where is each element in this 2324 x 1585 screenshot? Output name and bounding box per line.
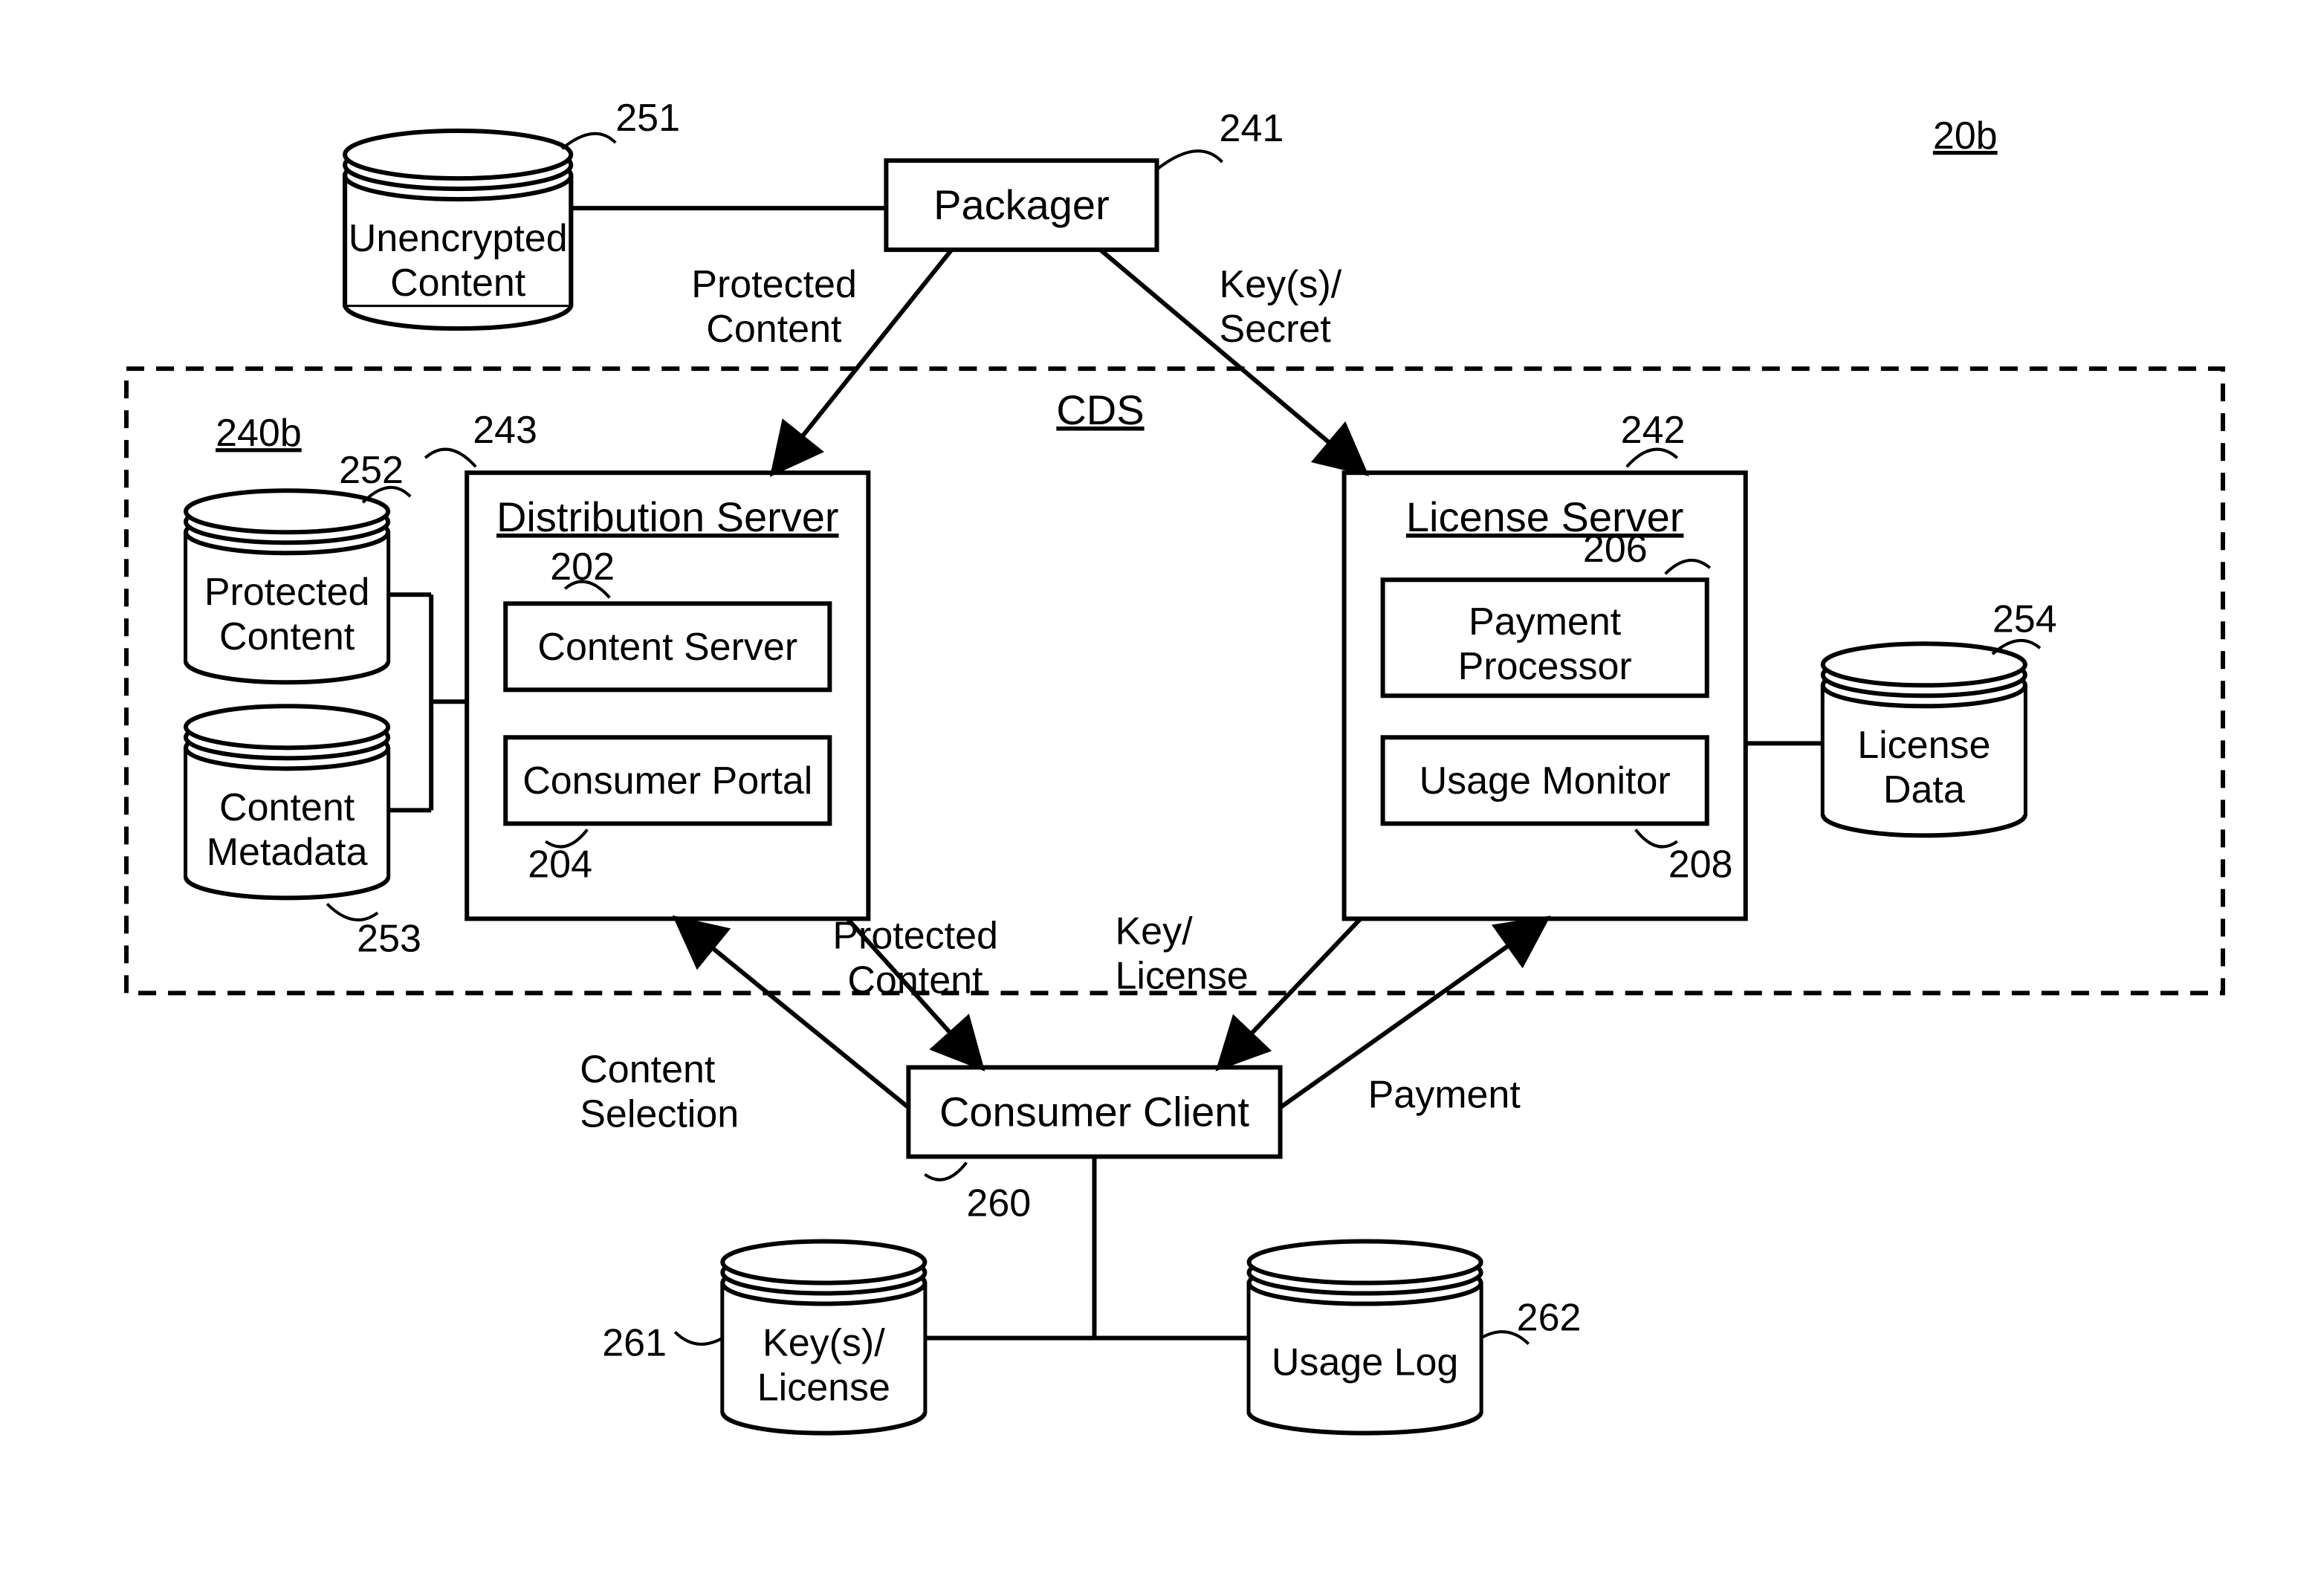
usage-monitor-label: Usage Monitor (1420, 759, 1671, 803)
protected-l1: Protected (204, 571, 370, 614)
ref-202: 202 (550, 545, 615, 589)
ref-253: 253 (357, 917, 421, 960)
content-server-label: Content Server (537, 626, 797, 669)
unencrypted-l2: Content (390, 262, 526, 305)
edge-protcont2-l2: Content (847, 959, 983, 1002)
ref-252: 252 (339, 449, 404, 492)
consumer-portal-label: Consumer Portal (522, 759, 812, 803)
unencrypted-db: Unencrypted Content (345, 131, 571, 328)
license-data-db: License Data (1823, 644, 2025, 835)
metadata-l2: Metadata (207, 831, 368, 874)
cds-ref: 240b (216, 412, 302, 455)
protected-l2: Content (219, 615, 355, 658)
key-license-db: Key(s)/ License (722, 1242, 925, 1433)
edge-contsel-l2: Selection (580, 1092, 739, 1135)
packager-box: Packager (886, 161, 1156, 250)
metadata-db: Content Metadata (186, 706, 388, 898)
ref-262: 262 (1517, 1297, 1582, 1340)
fig-ref: 20b (1933, 114, 1998, 158)
packager-label: Packager (933, 181, 1110, 228)
ref-204: 204 (528, 843, 592, 886)
leader-243 (425, 450, 476, 467)
consumer-client: Consumer Client (908, 1067, 1280, 1156)
ref-251: 251 (615, 97, 680, 140)
keylic-l2: License (757, 1366, 890, 1409)
usage-log-db: Usage Log (1249, 1242, 1481, 1433)
ref-208: 208 (1668, 843, 1733, 886)
unencrypted-l1: Unencrypted (349, 217, 568, 260)
diagram-canvas: 20b 240b CDS Packager 241 Unencrypted Co… (0, 0, 2324, 1585)
ref-254: 254 (1993, 597, 2057, 641)
payment-l1: Payment (1469, 600, 1622, 644)
edge-payment: Payment (1368, 1073, 1521, 1116)
cds-title: CDS (1056, 386, 1144, 433)
edge-protcont-l2: Content (706, 308, 842, 351)
leader-241 (1156, 151, 1222, 169)
ref-242: 242 (1621, 409, 1686, 452)
usage-log-label: Usage Log (1272, 1341, 1459, 1384)
edge-protcont-l1: Protected (691, 263, 857, 306)
license-l1: License (1857, 724, 1990, 767)
edge-keylic-l2: License (1115, 954, 1248, 997)
keylic-l1: Key(s)/ (763, 1321, 885, 1364)
payment-l2: Processor (1458, 645, 1632, 688)
edge-keys-l1: Key(s)/ (1220, 263, 1342, 306)
leader-261 (675, 1332, 722, 1344)
license-server: License Server Payment Processor 206 Usa… (1344, 473, 1746, 918)
metadata-l1: Content (219, 786, 355, 829)
edge-keys-l2: Secret (1220, 308, 1332, 351)
consumer-client-label: Consumer Client (939, 1088, 1249, 1135)
ref-243: 243 (473, 409, 537, 452)
edge-protcont2-l1: Protected (832, 914, 998, 957)
ref-241: 241 (1220, 107, 1284, 150)
license-l2: Data (1883, 768, 1965, 811)
ref-206: 206 (1583, 528, 1648, 571)
edge-contsel-l1: Content (580, 1048, 716, 1091)
dist-server-title: Distribution Server (496, 493, 839, 540)
leader-251 (562, 134, 615, 149)
distribution-server: Distribution Server Content Server 202 C… (467, 473, 868, 918)
ref-260: 260 (966, 1182, 1031, 1225)
ref-261: 261 (602, 1322, 667, 1365)
edge-keylic-l1: Key/ (1115, 910, 1193, 953)
protected-content-db: Protected Content (186, 490, 388, 682)
leader-260 (925, 1162, 966, 1179)
